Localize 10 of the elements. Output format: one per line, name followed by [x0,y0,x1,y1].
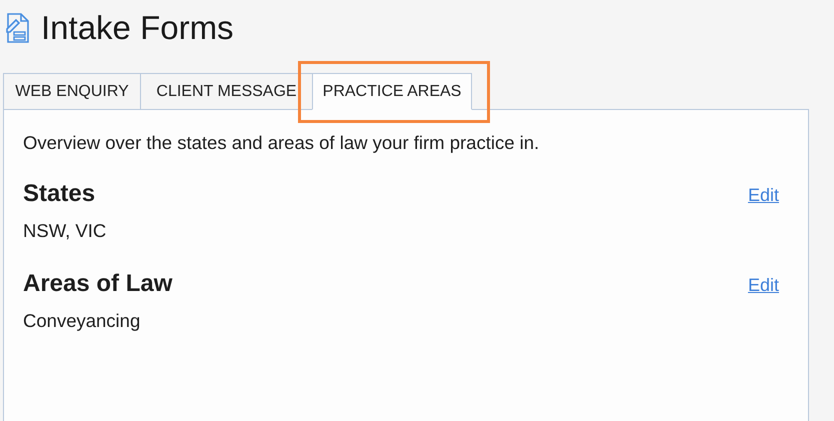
tab[interactable]: WEB ENQUIRY [3,73,141,110]
edit-link[interactable]: Edit [748,185,779,206]
page-title: Intake Forms [41,9,234,47]
section-value: Conveyancing [23,310,142,332]
section-value: NSW, VIC [23,220,108,242]
description-text: Overview over the states and areas of law your firm practice in. [23,132,540,154]
edit-link[interactable]: Edit [748,275,779,296]
section-heading: Areas of Law [23,270,172,298]
section-heading: States [23,180,96,208]
tab[interactable]: PRACTICE AREAS [312,73,472,110]
